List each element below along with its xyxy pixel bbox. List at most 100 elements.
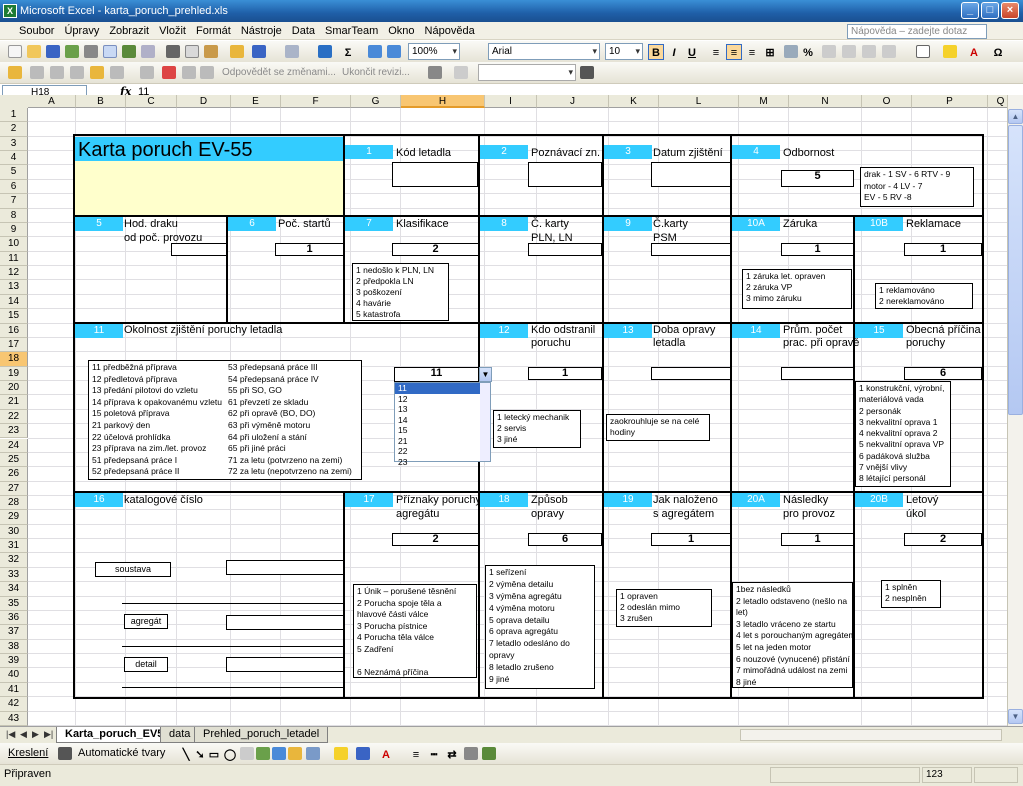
priznaky-value[interactable]: 2 — [392, 533, 479, 546]
column-header[interactable]: I — [485, 95, 537, 108]
3d-icon[interactable] — [482, 747, 496, 760]
row-header[interactable]: 6 — [0, 179, 28, 195]
zaruka-value[interactable]: 1 — [781, 243, 854, 256]
review-icon-1[interactable] — [30, 66, 44, 79]
row-header[interactable]: 22 — [0, 409, 28, 425]
save-icon[interactable] — [46, 45, 60, 58]
picture-icon[interactable] — [306, 747, 320, 760]
font-select[interactable]: Arial — [488, 43, 600, 60]
pen-icon[interactable] — [428, 66, 442, 79]
row-header[interactable]: 36 — [0, 610, 28, 626]
c-karty-psm-field[interactable] — [651, 243, 731, 256]
row-header[interactable]: 21 — [0, 395, 28, 410]
redo-icon[interactable] — [285, 45, 299, 58]
poznavaci-zn-field[interactable] — [528, 162, 602, 187]
row-header[interactable]: 34 — [0, 582, 28, 597]
prev-sheet-icon[interactable]: ◀ — [20, 729, 27, 740]
row-header[interactable]: 24 — [0, 438, 28, 453]
row-header[interactable]: 17 — [0, 337, 28, 353]
dropdown-arrow-icon[interactable]: ▼ — [479, 367, 492, 382]
toolbar-options-icon[interactable] — [8, 66, 22, 79]
decrease-decimal-icon[interactable] — [862, 45, 876, 58]
percent-button[interactable]: % — [800, 44, 816, 60]
tab-prehled-poruch[interactable]: Prehled_poruch_letadel — [194, 727, 329, 743]
column-header[interactable]: C — [126, 95, 177, 108]
row-header[interactable]: 16 — [0, 323, 28, 338]
column-header[interactable]: G — [351, 95, 401, 108]
column-header[interactable]: P — [912, 95, 988, 108]
row-header[interactable]: 28 — [0, 495, 28, 511]
row-header[interactable]: 9 — [0, 222, 28, 238]
undo-icon[interactable] — [252, 45, 266, 58]
print-preview-icon[interactable] — [103, 45, 117, 58]
dropdown-option[interactable]: 12 — [395, 394, 490, 405]
line-style-icon[interactable]: ≡ — [408, 746, 424, 762]
row-header[interactable]: 40 — [0, 668, 28, 683]
dash-style-icon[interactable]: ┅ — [426, 746, 442, 762]
column-header[interactable]: K — [609, 95, 659, 108]
nasledky-value[interactable]: 1 — [781, 533, 854, 546]
poc-startu-value[interactable]: 1 — [275, 243, 344, 256]
review-icon-9[interactable] — [200, 66, 214, 79]
row-header[interactable]: 15 — [0, 309, 28, 324]
increase-decimal-icon[interactable] — [842, 45, 856, 58]
menu-item[interactable]: Vložit — [154, 22, 191, 40]
menu-item[interactable]: Nápověda — [420, 22, 480, 40]
row-header[interactable]: 5 — [0, 165, 28, 180]
column-header[interactable]: A — [28, 95, 76, 108]
row-header[interactable]: 43 — [0, 711, 28, 726]
column-header[interactable]: H — [401, 95, 485, 108]
menu-item[interactable]: Nástroje — [236, 22, 287, 40]
maximize-button[interactable]: □ — [981, 2, 999, 19]
scroll-thumb[interactable] — [1008, 125, 1023, 415]
help-search-input[interactable]: Nápověda – zadejte dotaz — [847, 24, 987, 39]
obecna-pricina-value[interactable]: 6 — [904, 367, 982, 380]
row-header[interactable]: 37 — [0, 625, 28, 640]
menu-item[interactable]: Formát — [191, 22, 236, 40]
row-header[interactable]: 39 — [0, 654, 28, 669]
row-header[interactable]: 20 — [0, 381, 28, 396]
zoom-select[interactable]: 100% — [408, 43, 460, 60]
odbornost-value[interactable]: 5 — [781, 170, 854, 187]
soustava-field[interactable] — [226, 560, 344, 575]
menu-item[interactable]: SmarTeam — [320, 22, 383, 40]
autosum-icon[interactable]: Σ — [340, 44, 356, 60]
dropdown-option[interactable]: 14 — [395, 415, 490, 426]
column-header[interactable]: M — [739, 95, 789, 108]
row-header[interactable]: 41 — [0, 682, 28, 698]
row-header[interactable]: 30 — [0, 524, 28, 540]
oval-icon[interactable]: ◯ — [222, 746, 238, 762]
dropdown-option[interactable]: 15 — [395, 425, 490, 436]
chart-wizard-icon[interactable] — [387, 45, 401, 58]
row-header[interactable]: 3 — [0, 136, 28, 152]
row-header[interactable]: 29 — [0, 510, 28, 525]
align-right-icon[interactable]: ≡ — [744, 44, 760, 60]
review-icon-8[interactable] — [182, 66, 196, 79]
row-header[interactable]: 26 — [0, 467, 28, 482]
align-center-icon[interactable]: ≡ — [726, 44, 742, 60]
review-icon-5[interactable] — [110, 66, 124, 79]
row-header[interactable]: 11 — [0, 251, 28, 267]
row-header[interactable]: 23 — [0, 424, 28, 439]
draw-line-color-icon[interactable] — [356, 747, 370, 760]
draw-fill-color-icon[interactable] — [334, 747, 348, 760]
hod-draku-field[interactable] — [171, 243, 227, 256]
review-icon-3[interactable] — [70, 66, 84, 79]
next-sheet-icon[interactable]: ▶ — [32, 729, 39, 740]
draw-font-color-icon[interactable]: A — [378, 746, 394, 762]
dropdown-option[interactable]: 11 — [395, 383, 490, 394]
menu-item[interactable]: Soubor — [14, 22, 59, 40]
dropdown-option[interactable]: 21 — [395, 436, 490, 447]
scroll-down-icon[interactable]: ▼ — [1008, 709, 1023, 724]
italic-button[interactable]: I — [666, 44, 682, 60]
review-icon-2[interactable] — [50, 66, 64, 79]
underline-button[interactable]: U — [684, 44, 700, 60]
dropdown-option[interactable]: 13 — [395, 404, 490, 415]
reply-with-changes-button[interactable]: Odpovědět se změnami... — [222, 65, 336, 81]
clipart-icon[interactable] — [288, 747, 302, 760]
research-icon[interactable] — [141, 45, 155, 58]
row-header[interactable]: 32 — [0, 553, 28, 568]
row-header[interactable]: 8 — [0, 208, 28, 223]
close-button[interactable]: × — [1001, 2, 1019, 19]
indent-icon[interactable] — [882, 45, 896, 58]
